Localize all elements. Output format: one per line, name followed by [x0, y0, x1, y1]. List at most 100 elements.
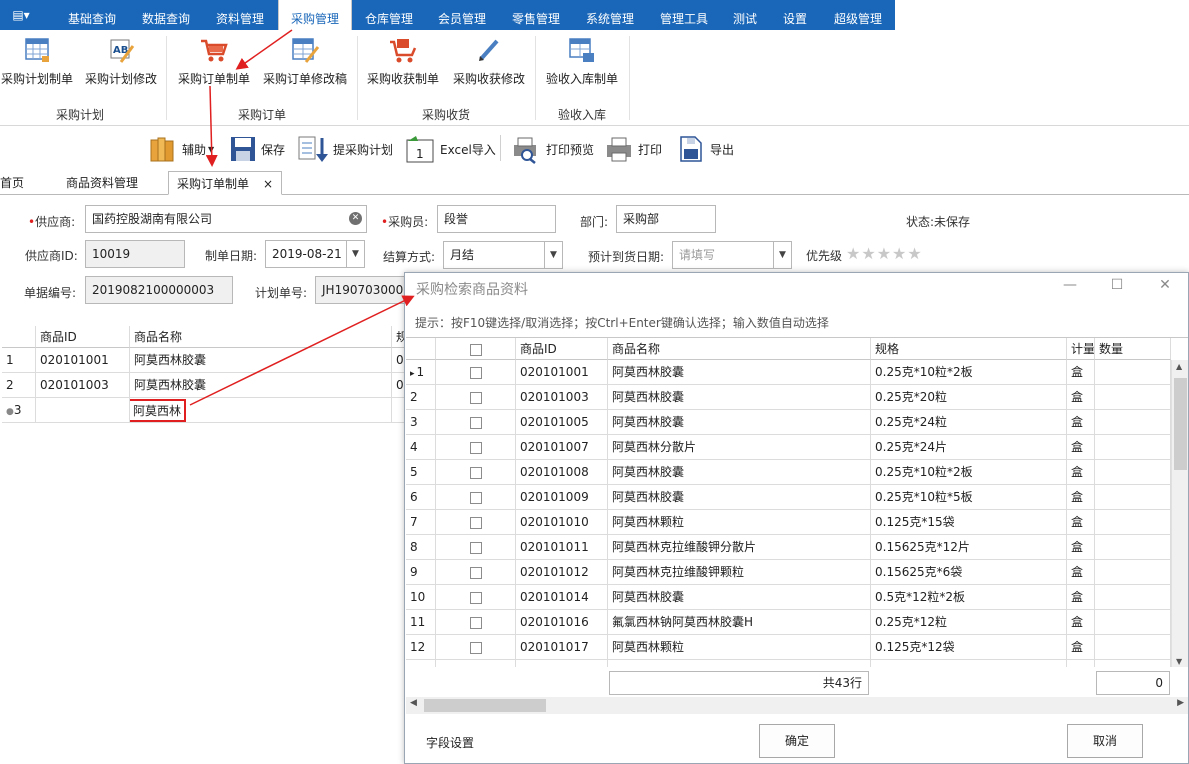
cell-quantity[interactable] [1095, 560, 1171, 585]
pull-plan-button[interactable]: 提采购计划 [297, 131, 393, 167]
checkbox[interactable] [469, 541, 482, 554]
column-header-goods-id[interactable]: 商品ID [516, 338, 608, 360]
cell-unit[interactable] [1067, 660, 1095, 667]
purchase-order-edit-button[interactable]: 采购订单修改稿 [260, 34, 350, 94]
cell-goods-name[interactable] [608, 660, 871, 667]
column-header-quantity[interactable]: 数量 [1095, 338, 1171, 360]
cell-quantity[interactable] [1095, 385, 1171, 410]
checkbox[interactable] [469, 641, 482, 654]
date-picker[interactable]: 2019-08-21 ▼ [265, 240, 365, 268]
cell-goods-name-editing[interactable]: 阿莫西林 [130, 398, 392, 423]
cell-goods-id[interactable]: 020101016 [516, 610, 608, 635]
confirm-button[interactable]: 确定 [759, 724, 835, 758]
cell-unit[interactable]: 盒 [1067, 635, 1095, 660]
scroll-right-icon[interactable]: ▶ [1177, 698, 1184, 708]
cell-spec[interactable]: 0.25克*10粒*2板 [871, 360, 1067, 385]
scroll-left-icon[interactable]: ◀ [410, 698, 417, 708]
cell-goods-name[interactable]: 阿莫西林胶囊 [130, 348, 392, 373]
doc-tab-home[interactable]: 首页 [0, 171, 24, 195]
cell-goods-name[interactable]: 氟氯西林钠阿莫西林胶囊H [608, 610, 871, 635]
column-header-goods-id[interactable]: 商品ID [36, 326, 130, 348]
cell-goods-name[interactable]: 阿莫西林克拉维酸钾颗粒 [608, 560, 871, 585]
column-header-spec[interactable]: 规格 [871, 338, 1067, 360]
purchase-receive-edit-button[interactable]: 采购收获修改 [450, 34, 528, 94]
cell-goods-name[interactable]: 阿莫西林颗粒 [608, 635, 871, 660]
checkbox[interactable] [469, 616, 482, 629]
priority-stars[interactable]: ★★★★★ [846, 244, 923, 263]
cell-goods-name[interactable]: 阿莫西林胶囊 [608, 360, 871, 385]
menu-tab-retail[interactable]: 零售管理 [500, 0, 572, 30]
cell-goods-id[interactable]: 020101007 [516, 435, 608, 460]
select-all-checkbox-header[interactable] [436, 338, 516, 360]
cell-goods-id[interactable]: 020101005 [516, 410, 608, 435]
checkbox[interactable] [469, 441, 482, 454]
cell-goods-id[interactable]: 020101003 [516, 385, 608, 410]
row-checkbox-cell[interactable] [436, 610, 516, 635]
cell-goods-id[interactable] [36, 398, 130, 423]
cell-spec[interactable]: 0.125克*15袋 [871, 510, 1067, 535]
cell-goods-id[interactable]: 020101003 [36, 373, 130, 398]
cell-goods-id[interactable]: 020101012 [516, 560, 608, 585]
cell-spec[interactable]: 0.15625克*12片 [871, 535, 1067, 560]
cell-unit[interactable]: 盒 [1067, 585, 1095, 610]
cell-spec[interactable]: 0.25克*24粒 [871, 410, 1067, 435]
cell-quantity[interactable] [1095, 360, 1171, 385]
doc-tab-goods-management[interactable]: 商品资料管理 [66, 171, 138, 195]
purchase-plan-edit-button[interactable]: AB 采购计划修改 [82, 34, 160, 94]
cell-unit[interactable]: 盒 [1067, 535, 1095, 560]
checkbox[interactable] [469, 491, 482, 504]
row-checkbox-cell[interactable] [436, 560, 516, 585]
cell-goods-name[interactable]: 阿莫西林胶囊 [608, 460, 871, 485]
menu-tab-system[interactable]: 系统管理 [574, 0, 646, 30]
cell-quantity[interactable] [1095, 485, 1171, 510]
cell-unit[interactable]: 盒 [1067, 510, 1095, 535]
menu-tab-data-query[interactable]: 数据查询 [130, 0, 202, 30]
cell-quantity[interactable] [1095, 435, 1171, 460]
app-menu-button[interactable]: ▤▾ [0, 0, 42, 30]
save-button[interactable]: 保存 [229, 131, 285, 167]
clear-icon[interactable]: ✕ [349, 212, 362, 225]
menu-tab-warehouse[interactable]: 仓库管理 [353, 0, 425, 30]
vertical-scrollbar[interactable]: ▲ ▼ [1171, 360, 1188, 667]
menu-tab-test[interactable]: 测试 [722, 0, 768, 30]
cell-goods-name[interactable]: 阿莫西林胶囊 [608, 485, 871, 510]
export-button[interactable]: 导出 [676, 131, 734, 167]
doc-tab-purchase-order[interactable]: 采购订单制单 × [168, 171, 282, 195]
cell-quantity[interactable] [1095, 635, 1171, 660]
checkbox[interactable] [469, 391, 482, 404]
row-checkbox-cell[interactable] [436, 360, 516, 385]
print-preview-button[interactable]: 打印预览 [510, 131, 594, 167]
cell-unit[interactable]: 盒 [1067, 460, 1095, 485]
cell-spec[interactable]: 0.25克*10粒*5板 [871, 485, 1067, 510]
close-icon[interactable]: × [263, 172, 273, 196]
cell-goods-id[interactable]: 020101009 [516, 485, 608, 510]
cell-unit[interactable]: 盒 [1067, 360, 1095, 385]
arrival-date-picker[interactable]: 请填写 ▼ [672, 241, 792, 269]
vertical-scroll-thumb[interactable] [1174, 378, 1187, 470]
cell-spec[interactable]: 0.25克*12粒 [871, 610, 1067, 635]
purchase-receive-create-button[interactable]: 采购收获制单 [364, 34, 442, 94]
cell-spec[interactable]: 0.25克*10粒*2板 [871, 460, 1067, 485]
cell-unit[interactable]: 盒 [1067, 435, 1095, 460]
horizontal-scrollbar[interactable]: ◀ ▶ [406, 697, 1188, 714]
cell-spec[interactable]: 0.5克*12粒*2板 [871, 585, 1067, 610]
cell-quantity[interactable] [1095, 535, 1171, 560]
menu-tab-data-management[interactable]: 资料管理 [204, 0, 276, 30]
cell-goods-name[interactable]: 阿莫西林胶囊 [608, 410, 871, 435]
maximize-icon[interactable]: ☐ [1105, 277, 1129, 297]
chevron-down-icon[interactable]: ▼ [346, 241, 364, 267]
inspection-stockin-create-button[interactable]: 验收入库制单 [542, 34, 622, 94]
menu-tab-member[interactable]: 会员管理 [426, 0, 498, 30]
checkbox[interactable] [469, 466, 482, 479]
cell-unit[interactable]: 盒 [1067, 410, 1095, 435]
print-button[interactable]: 打印 [604, 131, 662, 167]
department-input[interactable]: 采购部 [616, 205, 716, 233]
cell-spec[interactable]: 0.25克*20粒 [871, 385, 1067, 410]
cell-goods-name[interactable]: 阿莫西林克拉维酸钾分散片 [608, 535, 871, 560]
menu-tab-settings[interactable]: 设置 [770, 0, 820, 30]
cell-unit[interactable]: 盒 [1067, 485, 1095, 510]
scroll-up-icon[interactable]: ▲ [1176, 362, 1182, 371]
cell-goods-id[interactable]: 020101001 [36, 348, 130, 373]
cell-spec[interactable]: 0.15625克*6袋 [871, 560, 1067, 585]
chevron-down-icon[interactable]: ▼ [773, 242, 791, 268]
